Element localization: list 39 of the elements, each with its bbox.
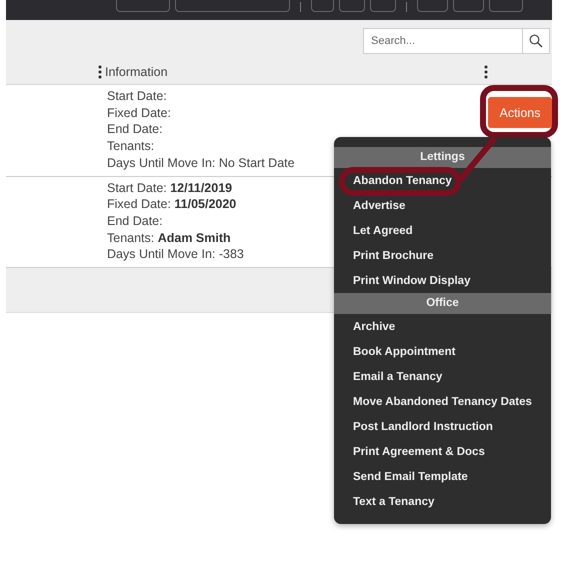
toolbar-button[interactable] [116, 0, 170, 12]
toolbar-button[interactable] [311, 0, 334, 12]
menu-item[interactable]: Book Appointment [353, 346, 456, 358]
info-line: Tenants: [107, 138, 156, 155]
menu-item[interactable]: Text a Tenancy [353, 496, 434, 508]
toolbar-button[interactable] [370, 0, 396, 12]
menu-item[interactable]: Print Brochure [353, 250, 434, 262]
info-line: Fixed Date: 11/05/2020 [107, 196, 238, 213]
menu-section-header: Lettings [334, 147, 551, 168]
kebab-icon[interactable] [484, 65, 488, 79]
info-line: Fixed Date: [107, 104, 172, 122]
menu-item[interactable]: Archive [353, 320, 396, 332]
toolbar-button[interactable] [417, 0, 448, 12]
menu-item[interactable]: Advertise [353, 200, 406, 212]
info-line: Days Until Move In: No Start Date [107, 154, 295, 172]
menu-item[interactable]: Print Window Display [353, 274, 470, 286]
toolbar-button[interactable] [175, 0, 290, 12]
info-line: End Date: [107, 212, 164, 230]
info-line: Start Date: [107, 88, 168, 105]
actions-button[interactable]: Actions [488, 97, 552, 128]
menu-item[interactable]: Print Agreement & Docs [353, 446, 485, 458]
info-line: Days Until Move In: -383 [107, 246, 244, 264]
menu-item[interactable]: Move Abandoned Tenancy Dates [353, 396, 532, 408]
toolbar-button[interactable] [489, 0, 523, 12]
menu-item[interactable]: Let Agreed [353, 224, 413, 236]
column-header: Information [105, 65, 168, 79]
search-icon[interactable] [529, 34, 543, 48]
toolbar-button[interactable] [453, 0, 484, 12]
toolbar-button[interactable] [339, 0, 365, 12]
menu-item[interactable]: Post Landlord Instruction [353, 420, 493, 432]
menu-item[interactable]: Email a Tenancy [353, 370, 442, 382]
menu-section-header: Office [334, 293, 551, 314]
info-line: Start Date: 12/11/2019 [107, 180, 234, 196]
menu-item[interactable]: Send Email Template [353, 470, 468, 482]
kebab-icon[interactable] [98, 65, 102, 79]
search-field[interactable]: Search... [363, 28, 550, 54]
info-line: End Date: [107, 121, 164, 138]
info-line: Tenants: Adam Smith [107, 230, 232, 246]
menu-item[interactable]: Abandon Tenancy [353, 174, 452, 186]
